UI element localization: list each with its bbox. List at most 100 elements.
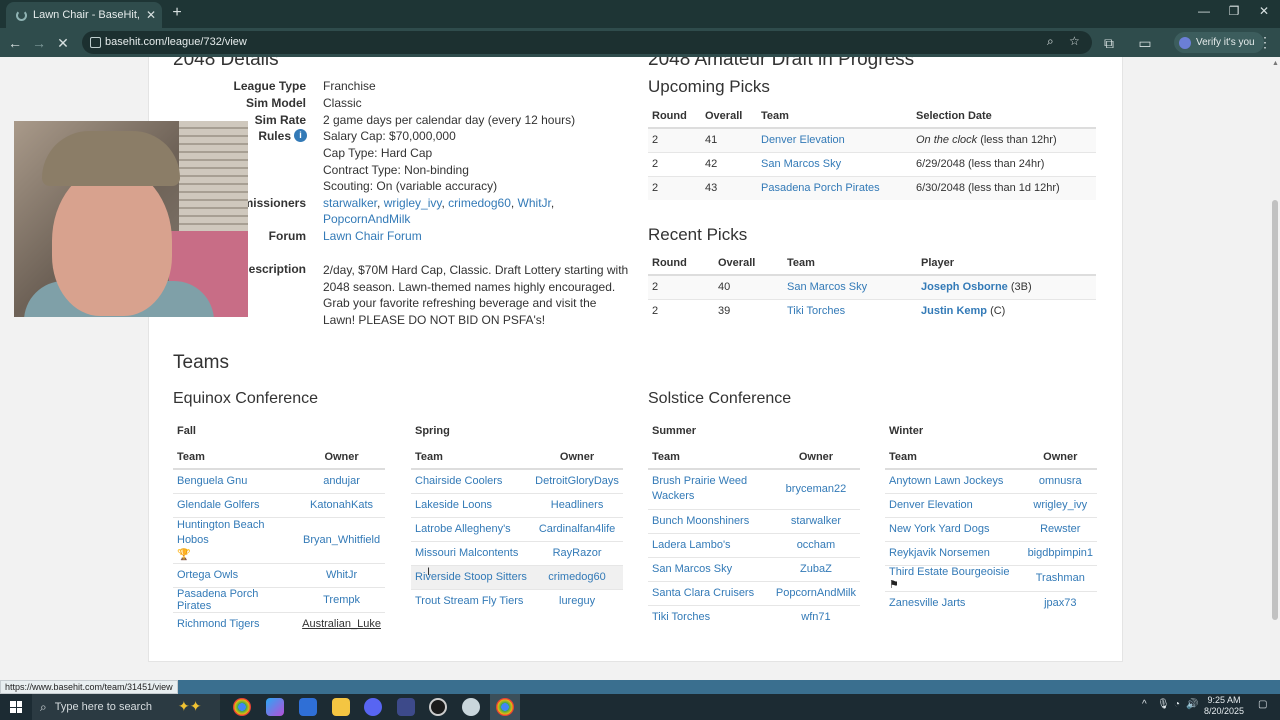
- team-link[interactable]: Reykjavik Norsemen: [889, 547, 990, 559]
- team-link[interactable]: Ladera Lambo's: [652, 539, 731, 551]
- owner-link[interactable]: wfn71: [801, 611, 830, 623]
- restore-icon[interactable]: ❐: [1224, 4, 1244, 18]
- owner-link[interactable]: jpax73: [1044, 597, 1076, 609]
- team-link[interactable]: Pasadena Porch Pirates: [177, 588, 258, 612]
- owner-link[interactable]: WhitJr: [326, 569, 357, 581]
- owner-link[interactable]: starwalker: [791, 515, 841, 527]
- team-link[interactable]: Riverside Stoop Sitters: [415, 571, 527, 583]
- team-link[interactable]: New York Yard Dogs: [889, 523, 989, 535]
- owner-link[interactable]: crimedog60: [548, 571, 605, 583]
- menu-kebab-icon[interactable]: ⋮: [1258, 34, 1272, 51]
- scroll-up-arrow-icon[interactable]: ▲: [1272, 60, 1279, 67]
- owner-link[interactable]: DetroitGloryDays: [535, 475, 619, 487]
- new-tab-plus-icon[interactable]: +: [169, 4, 185, 22]
- commissioner-link[interactable]: starwalker: [323, 196, 377, 210]
- browser-tab[interactable]: Lawn Chair - BaseHit, a free sim ✕: [6, 2, 162, 28]
- clock-time: 9:25 AM: [1207, 695, 1241, 705]
- back-arrow-icon[interactable]: ←: [6, 34, 24, 52]
- owner-link[interactable]: Cardinalfan4life: [539, 523, 615, 535]
- chrome-app-icon[interactable]: [233, 698, 251, 716]
- notifications-icon[interactable]: ▢: [1258, 699, 1267, 710]
- info-icon[interactable]: i: [294, 129, 307, 142]
- team-link[interactable]: Anytown Lawn Jockeys: [889, 475, 1003, 487]
- discord-app-icon[interactable]: [364, 698, 382, 716]
- team-link[interactable]: San Marcos Sky: [787, 281, 867, 293]
- player-link[interactable]: Joseph Osborne: [921, 281, 1008, 293]
- verify-profile-button[interactable]: Verify it's you: [1174, 32, 1264, 53]
- team-link[interactable]: Richmond Tigers: [177, 618, 260, 630]
- file-explorer-icon[interactable]: [332, 698, 350, 716]
- owner-link[interactable]: Trashman: [1036, 572, 1085, 584]
- bookmark-star-icon[interactable]: ☆: [1069, 34, 1080, 48]
- owner-link[interactable]: Trempk: [323, 594, 360, 606]
- team-link[interactable]: Benguela Gnu: [177, 475, 247, 487]
- owner-link[interactable]: bryceman22: [786, 483, 847, 495]
- obs-app-icon[interactable]: [429, 698, 447, 716]
- commissioner-link[interactable]: PopcornAndMilk: [323, 212, 410, 226]
- copilot-sparkle-icon[interactable]: ✦✦: [178, 698, 201, 715]
- close-window-icon[interactable]: ✕: [1254, 4, 1274, 18]
- microphone-icon[interactable]: 🎙: [1157, 699, 1170, 710]
- owner-link[interactable]: wrigley_ivy: [1033, 499, 1087, 511]
- team-link[interactable]: Denver Elevation: [889, 499, 973, 511]
- owner-link[interactable]: Bryan_Whitfield: [303, 534, 380, 546]
- tray-overflow-icon[interactable]: ^: [1142, 699, 1147, 710]
- site-info-icon[interactable]: [90, 37, 101, 48]
- team-link[interactable]: Denver Elevation: [761, 134, 845, 146]
- team-link[interactable]: Tiki Torches: [787, 305, 845, 317]
- store-app-icon[interactable]: [299, 698, 317, 716]
- owner-link[interactable]: RayRazor: [553, 547, 602, 559]
- windows-start-icon[interactable]: [10, 701, 22, 713]
- address-bar[interactable]: basehit.com/league/732/view ⌕ ☆: [82, 31, 1092, 54]
- team-link[interactable]: San Marcos Sky: [652, 563, 732, 575]
- page-footer-band: [0, 680, 1280, 694]
- owner-link[interactable]: lureguy: [559, 595, 595, 607]
- team-link[interactable]: Lakeside Loons: [415, 499, 492, 511]
- owner-link[interactable]: Australian_Luke: [302, 618, 381, 630]
- player-link[interactable]: Justin Kemp: [921, 305, 987, 317]
- copilot-app-icon[interactable]: [266, 698, 284, 716]
- close-icon[interactable]: ✕: [146, 8, 156, 22]
- team-link[interactable]: San Marcos Sky: [761, 158, 841, 170]
- commissioner-link[interactable]: WhitJr: [518, 196, 551, 210]
- minimize-icon[interactable]: —: [1194, 4, 1214, 18]
- cast-icon[interactable]: ▭: [1136, 34, 1154, 52]
- commissioner-link[interactable]: wrigley_ivy: [384, 196, 442, 210]
- zoom-icon[interactable]: ⌕: [1047, 34, 1054, 49]
- commissioner-link[interactable]: crimedog60: [448, 196, 511, 210]
- team-link[interactable]: Glendale Golfers: [177, 499, 260, 511]
- team-link[interactable]: Huntington Beach Hobos: [177, 519, 264, 546]
- team-link[interactable]: Missouri Malcontents: [415, 547, 518, 559]
- scrollbar-thumb[interactable]: [1272, 200, 1278, 620]
- owner-link[interactable]: Rewster: [1040, 523, 1080, 535]
- team-link[interactable]: Tiki Torches: [652, 611, 710, 623]
- owner-link[interactable]: PopcornAndMilk: [776, 587, 856, 599]
- team-link[interactable]: Brush Prairie Weed Wackers: [652, 475, 747, 502]
- team-link[interactable]: Chairside Coolers: [415, 475, 502, 487]
- stop-loading-icon[interactable]: ✕: [54, 34, 72, 52]
- team-link[interactable]: Pasadena Porch Pirates: [761, 182, 880, 194]
- network-icon[interactable]: ◔: [1174, 699, 1180, 710]
- col-team: Team: [173, 445, 299, 470]
- team-link[interactable]: Trout Stream Fly Tiers: [415, 595, 523, 607]
- taskbar-clock[interactable]: 9:25 AM 8/20/2025: [1196, 695, 1252, 717]
- team-link[interactable]: Third Estate Bourgeoisie: [889, 566, 1009, 578]
- owner-link[interactable]: ZubaZ: [800, 563, 832, 575]
- team-link[interactable]: Ortega Owls: [177, 569, 238, 581]
- forum-link[interactable]: Lawn Chair Forum: [323, 229, 422, 243]
- owner-link[interactable]: KatonahKats: [310, 499, 373, 511]
- team-link[interactable]: Zanesville Jarts: [889, 597, 965, 609]
- team-link[interactable]: Santa Clara Cruisers: [652, 587, 754, 599]
- owner-link[interactable]: occham: [797, 539, 836, 551]
- team-link[interactable]: Bunch Moonshiners: [652, 515, 749, 527]
- forward-arrow-icon[interactable]: →: [30, 34, 48, 52]
- owner-link[interactable]: omnusra: [1039, 475, 1082, 487]
- app-icon[interactable]: [397, 698, 415, 716]
- app-icon[interactable]: [462, 698, 480, 716]
- extensions-icon[interactable]: ⧉: [1100, 34, 1118, 52]
- owner-link[interactable]: Headliners: [551, 499, 604, 511]
- team-link[interactable]: Latrobe Allegheny's: [415, 523, 511, 535]
- owner-link[interactable]: bigdbpimpin1: [1028, 547, 1093, 559]
- owner-link[interactable]: andujar: [323, 475, 360, 487]
- chrome-active-app[interactable]: [490, 694, 520, 720]
